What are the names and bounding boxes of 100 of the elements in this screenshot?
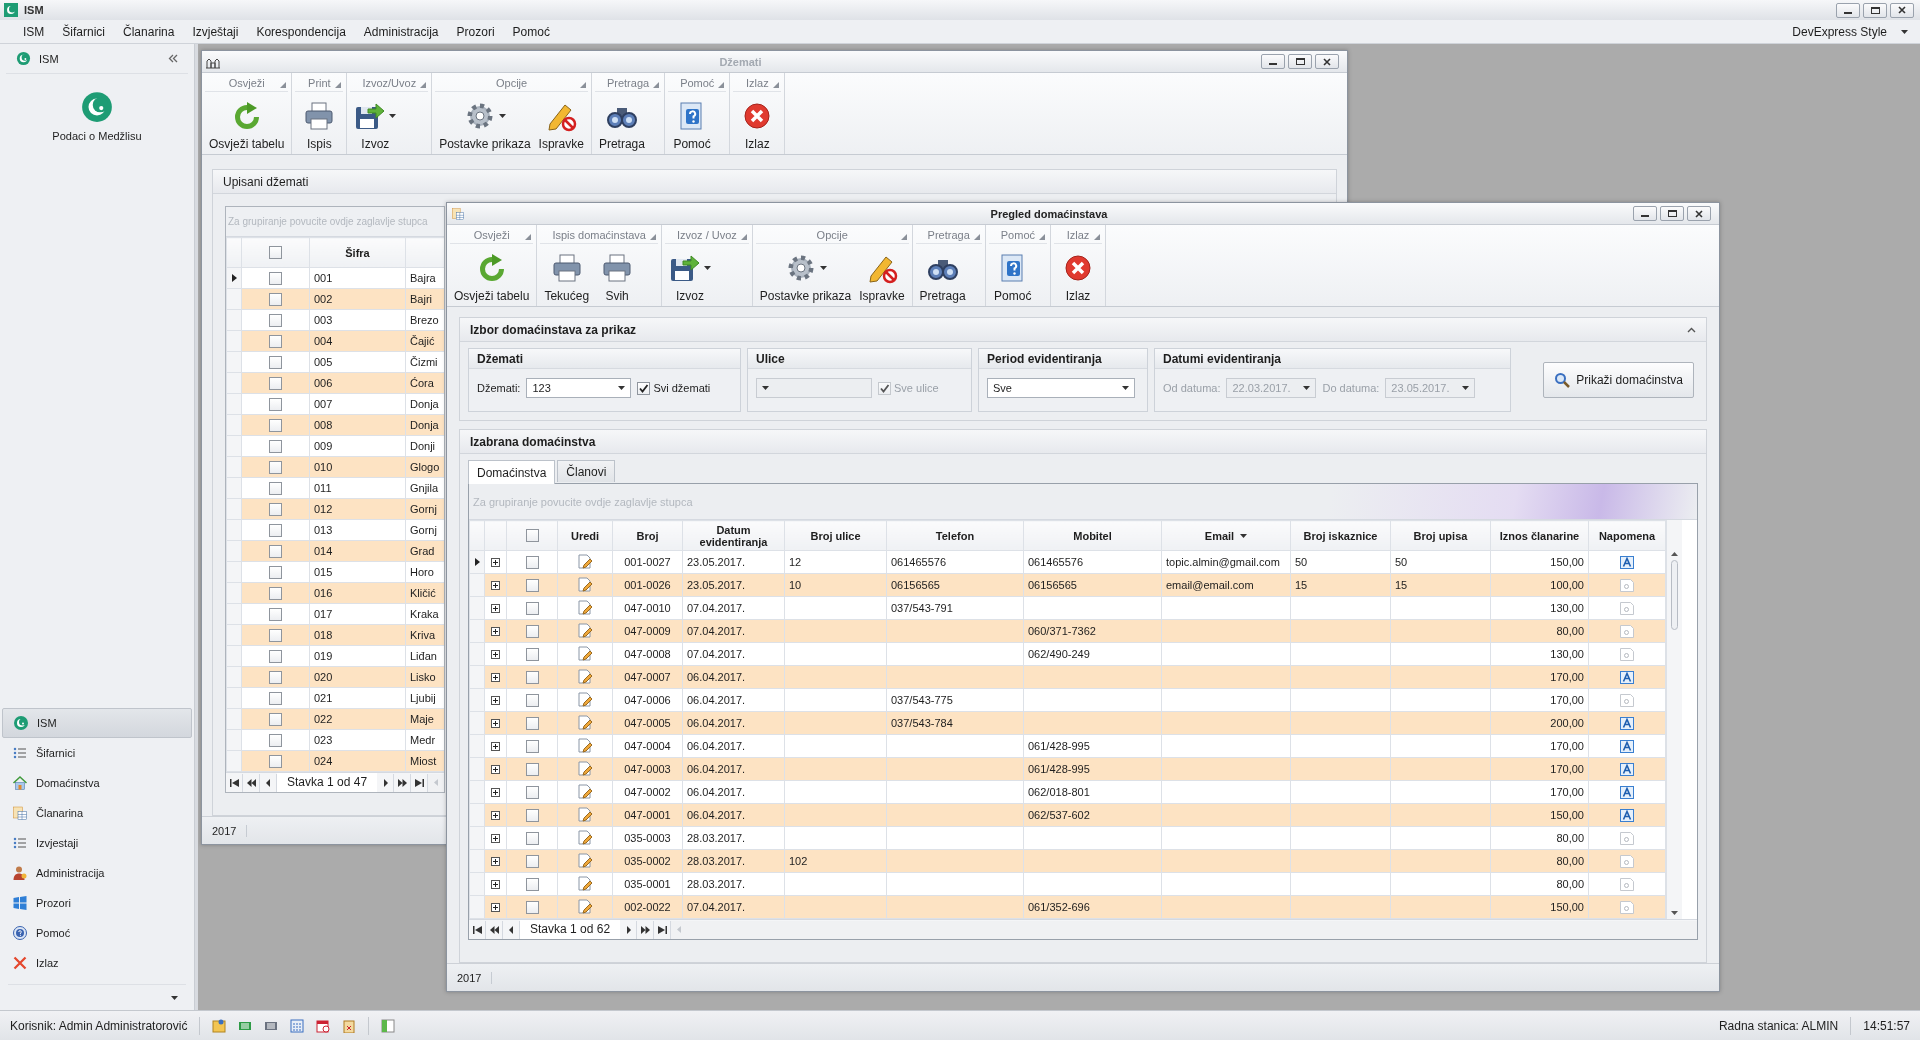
checkbox[interactable] bbox=[525, 647, 539, 661]
checkbox[interactable] bbox=[269, 607, 282, 621]
sidebar-item[interactable]: Domaćinstva bbox=[2, 768, 192, 798]
checkbox[interactable] bbox=[269, 691, 282, 705]
menu-item[interactable]: Administracija bbox=[354, 21, 448, 42]
checkbox[interactable] bbox=[269, 523, 282, 537]
panel-icon[interactable] bbox=[381, 1018, 396, 1033]
collapse-icon[interactable] bbox=[168, 54, 178, 63]
clipboard-icon[interactable] bbox=[342, 1018, 357, 1033]
menu-item[interactable]: Prozori bbox=[447, 21, 504, 42]
close-button[interactable] bbox=[1315, 54, 1339, 69]
ribbon-button[interactable]: Osvježi tabelu bbox=[450, 244, 534, 306]
sidebar-item[interactable]: ISM bbox=[2, 708, 192, 738]
ribbon-button[interactable]: Osvježi tabelu bbox=[205, 92, 289, 154]
expand-button[interactable] bbox=[491, 672, 500, 682]
show-households-button[interactable]: Prikaži domaćinstva bbox=[1543, 362, 1694, 398]
expand-button[interactable] bbox=[491, 741, 500, 751]
period-dropdown[interactable]: Sve bbox=[987, 378, 1135, 398]
checkbox[interactable] bbox=[525, 624, 539, 638]
scroll-down-icon[interactable] bbox=[1671, 911, 1678, 915]
checkbox[interactable] bbox=[269, 418, 282, 432]
note-icon[interactable] bbox=[212, 1018, 227, 1033]
skin-dropdown[interactable]: DevExpress Style bbox=[1786, 21, 1920, 42]
edit-icon[interactable] bbox=[577, 669, 593, 685]
sidebar-item[interactable]: Izlaz bbox=[2, 948, 192, 978]
note-icon[interactable] bbox=[1620, 555, 1634, 569]
checkbox[interactable] bbox=[525, 555, 539, 569]
edit-icon[interactable] bbox=[577, 830, 593, 846]
corner-arrow-icon[interactable] bbox=[579, 82, 586, 88]
expand-button[interactable] bbox=[491, 810, 500, 820]
tab[interactable]: Članovi bbox=[557, 460, 616, 482]
checkbox[interactable] bbox=[269, 670, 282, 684]
menu-item[interactable]: ISM bbox=[14, 21, 54, 42]
maximize-button[interactable] bbox=[1288, 54, 1312, 69]
checkbox[interactable] bbox=[269, 439, 282, 453]
corner-arrow-icon[interactable] bbox=[900, 234, 907, 240]
close-button[interactable] bbox=[1687, 206, 1711, 221]
column-header[interactable]: Email bbox=[1161, 520, 1291, 551]
checkbox[interactable] bbox=[269, 502, 282, 516]
edit-icon[interactable] bbox=[577, 646, 593, 662]
edit-icon[interactable] bbox=[577, 600, 593, 616]
checkbox[interactable] bbox=[269, 355, 282, 369]
edit-icon[interactable] bbox=[577, 807, 593, 823]
column-header[interactable]: Šifra bbox=[309, 237, 406, 268]
expand-button[interactable] bbox=[491, 557, 500, 567]
checkbox[interactable] bbox=[269, 246, 282, 259]
ribbon-button[interactable]: Pretraga bbox=[594, 92, 649, 154]
menu-item[interactable]: Pomoć bbox=[503, 21, 559, 42]
ribbon-button[interactable]: Izlaz bbox=[733, 92, 782, 154]
corner-arrow-icon[interactable] bbox=[420, 82, 427, 88]
checkbox[interactable] bbox=[269, 586, 282, 600]
checkbox[interactable] bbox=[525, 785, 539, 799]
ribbon-button[interactable]: Pretraga bbox=[915, 244, 970, 306]
calendar-icon[interactable] bbox=[316, 1018, 331, 1033]
column-header[interactable]: Broj bbox=[612, 520, 683, 551]
column-header[interactable]: Telefon bbox=[886, 520, 1024, 551]
expand-button[interactable] bbox=[491, 856, 500, 866]
corner-arrow-icon[interactable] bbox=[1094, 234, 1101, 240]
filter-dropdown-icon[interactable] bbox=[1240, 533, 1248, 538]
checkbox[interactable] bbox=[269, 292, 282, 306]
ribbon-button[interactable]: Postavke prikaza bbox=[755, 244, 856, 306]
note-icon[interactable] bbox=[1620, 670, 1634, 684]
corner-arrow-icon[interactable] bbox=[280, 82, 287, 88]
ribbon-button[interactable]: Ispis bbox=[295, 92, 344, 154]
checkbox[interactable] bbox=[269, 376, 282, 390]
corner-arrow-icon[interactable] bbox=[653, 82, 660, 88]
close-button[interactable] bbox=[1890, 2, 1914, 18]
corner-arrow-icon[interactable] bbox=[973, 234, 980, 240]
column-header[interactable]: Iznos članarine bbox=[1490, 520, 1589, 551]
note-icon[interactable] bbox=[1620, 716, 1634, 730]
checkbox[interactable] bbox=[525, 716, 539, 730]
sidebar-item[interactable]: Izvjestaji bbox=[2, 828, 192, 858]
checkbox[interactable] bbox=[269, 460, 282, 474]
checkbox[interactable]: Svi džemati bbox=[637, 381, 711, 395]
minimize-button[interactable] bbox=[1633, 206, 1657, 221]
edit-icon[interactable] bbox=[577, 899, 593, 915]
maximize-button[interactable] bbox=[1660, 206, 1684, 221]
scroll-up-icon[interactable] bbox=[1671, 552, 1678, 556]
expand-button[interactable] bbox=[491, 879, 500, 889]
scrollbar-thumb[interactable] bbox=[1671, 560, 1678, 630]
menu-item[interactable]: Članarina bbox=[114, 21, 184, 42]
corner-arrow-icon[interactable] bbox=[718, 82, 725, 88]
ribbon-button[interactable]: Svih bbox=[593, 244, 642, 306]
column-header[interactable]: Broj ulice bbox=[784, 520, 887, 551]
checkbox[interactable] bbox=[269, 544, 282, 558]
edit-icon[interactable] bbox=[577, 784, 593, 800]
sidebar-item[interactable]: Prozori bbox=[2, 888, 192, 918]
edit-icon[interactable] bbox=[577, 715, 593, 731]
ribbon-button[interactable]: Postavke prikaza bbox=[435, 92, 535, 154]
column-header[interactable]: Broj upisa bbox=[1390, 520, 1491, 551]
column-header[interactable]: Uredi bbox=[557, 520, 613, 551]
column-header[interactable]: Datum evidentiranja bbox=[682, 520, 785, 551]
dzemat-dropdown[interactable]: 123 bbox=[526, 378, 632, 398]
corner-arrow-icon[interactable] bbox=[335, 82, 342, 88]
expand-button[interactable] bbox=[491, 718, 500, 728]
checkbox[interactable] bbox=[525, 762, 539, 776]
checkbox[interactable] bbox=[269, 565, 282, 579]
caret-icon[interactable] bbox=[171, 995, 178, 1000]
ribbon-button[interactable]: Izlaz bbox=[1054, 244, 1103, 306]
note-icon[interactable] bbox=[1620, 762, 1634, 776]
